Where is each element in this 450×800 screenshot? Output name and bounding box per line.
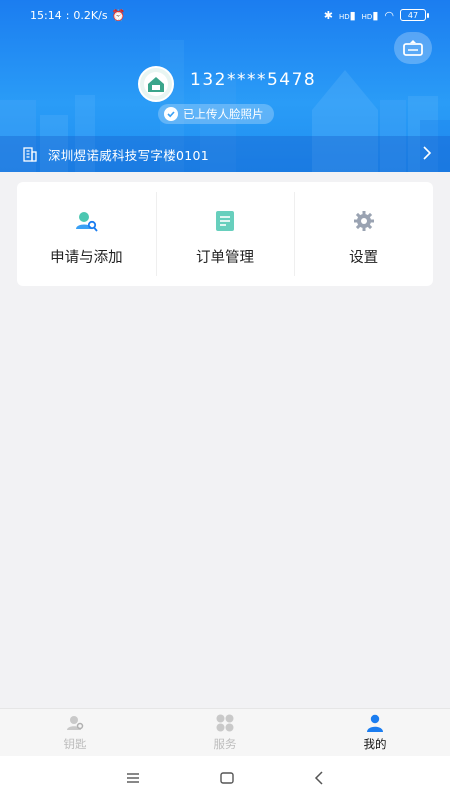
- signal-icon-2: HD▮: [361, 8, 379, 22]
- face-status-text: 已上传人脸照片: [183, 107, 264, 121]
- card-icon: [403, 40, 423, 56]
- menu-item-orders[interactable]: 订单管理: [155, 182, 295, 286]
- alarm-icon: ⏰: [111, 8, 126, 22]
- phone-number: 132****5478: [190, 70, 317, 90]
- nav-label-services: 服务: [213, 737, 237, 751]
- building-icon: [23, 147, 37, 162]
- nav-tab-services[interactable]: 服务: [150, 709, 300, 756]
- check-icon: [164, 107, 178, 121]
- nav-label-keys: 钥匙: [63, 737, 87, 751]
- menu-item-apply-add[interactable]: 申请与添加: [17, 182, 156, 286]
- profile-header: 15:14 : 0.2K/s ⏰ ✱ HD▮ HD▮ ◠ 47 132****5…: [0, 0, 450, 172]
- face-status-badge[interactable]: 已上传人脸照片: [158, 104, 274, 124]
- bottom-navigation: 钥匙 服务 我的: [0, 708, 450, 756]
- back-icon[interactable]: [314, 771, 324, 785]
- function-menu: 申请与添加 订单管理 设置: [17, 182, 433, 286]
- home-icon[interactable]: [220, 772, 234, 784]
- status-bar: 15:14 : 0.2K/s ⏰ ✱ HD▮ HD▮ ◠ 47: [0, 0, 450, 30]
- menu-label-apply-add: 申请与添加: [50, 250, 123, 266]
- chevron-right-icon: [422, 145, 432, 163]
- wifi-icon: ◠: [384, 8, 394, 22]
- hd-label-2: HD: [361, 12, 373, 21]
- nav-label-mine: 我的: [363, 737, 387, 751]
- address-text: 深圳煜诺威科技写字楼0101: [48, 147, 210, 163]
- gear-icon: [351, 208, 377, 234]
- bluetooth-icon: ✱: [323, 8, 333, 22]
- nav-tab-keys[interactable]: 钥匙: [0, 709, 150, 756]
- menu-icon[interactable]: [126, 772, 140, 784]
- battery-icon: 47: [400, 9, 429, 21]
- menu-label-orders: 订单管理: [196, 250, 254, 266]
- key-person-icon: [67, 716, 84, 730]
- menu-item-settings[interactable]: 设置: [294, 182, 433, 286]
- status-time: 15:14: [30, 8, 62, 22]
- nav-tab-mine[interactable]: 我的: [300, 709, 450, 756]
- signal-icon-1: HD▮: [338, 8, 356, 22]
- system-navigation-bar: [0, 756, 450, 800]
- battery-level: 47: [407, 10, 419, 20]
- user-icon: [367, 714, 383, 732]
- house-logo-icon: [144, 72, 168, 96]
- hd-label-1: HD: [338, 12, 350, 21]
- document-icon: [212, 208, 238, 234]
- avatar[interactable]: [138, 66, 174, 102]
- address-selector[interactable]: 深圳煜诺威科技写字楼0101: [0, 136, 450, 172]
- grid-icon: [216, 714, 234, 732]
- key-person-icon: [73, 208, 99, 234]
- member-card-button[interactable]: [394, 32, 432, 64]
- network-speed: 0.2K/s: [73, 8, 108, 22]
- menu-label-settings: 设置: [349, 250, 379, 266]
